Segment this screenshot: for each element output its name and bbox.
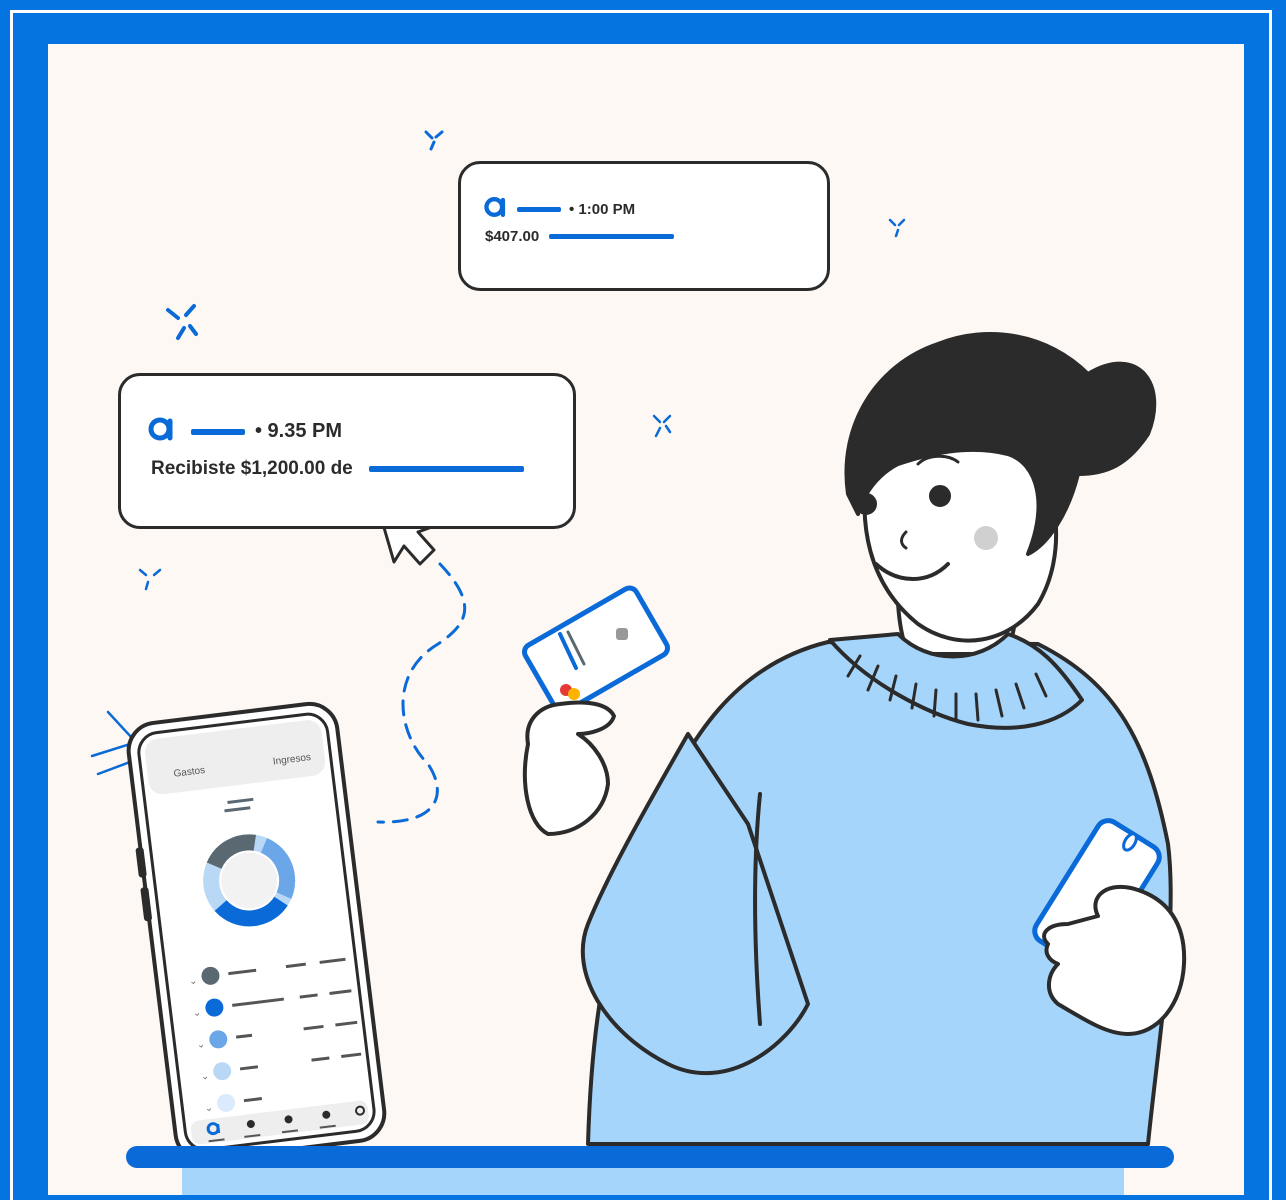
sender-placeholder bbox=[191, 428, 245, 435]
sparkle-icon bbox=[138, 568, 162, 591]
chevron-down-icon: ⌄ bbox=[204, 1103, 214, 1115]
notification-body: Recibiste $1,200.00 de bbox=[151, 458, 524, 480]
sparkle-icon bbox=[166, 304, 198, 340]
illustration-canvas: Gastos Ingresos ⌄ ⌄ ⌄ ⌄ ⌄ • 1:00 PM $407… bbox=[48, 44, 1244, 1195]
phone-device: Gastos Ingresos ⌄ ⌄ ⌄ ⌄ ⌄ bbox=[126, 701, 387, 1162]
app-logo-icon bbox=[483, 194, 509, 225]
sparkle-icon bbox=[424, 130, 444, 151]
chevron-down-icon: ⌄ bbox=[188, 976, 198, 988]
sparkle-icon bbox=[888, 218, 906, 238]
notification-time: • 1:00 PM bbox=[569, 201, 636, 218]
chevron-down-icon: ⌄ bbox=[196, 1039, 206, 1051]
dashed-path bbox=[376, 562, 467, 824]
app-logo-icon bbox=[147, 414, 177, 449]
left-hand bbox=[522, 700, 616, 836]
notification-time: • 9.35 PM bbox=[255, 420, 343, 442]
notification-message: Recibiste $1,200.00 de bbox=[151, 458, 353, 479]
sender-name-placeholder bbox=[368, 466, 524, 472]
desk-top bbox=[126, 1146, 1174, 1168]
person bbox=[522, 332, 1187, 1146]
notification-amount: $407.00 bbox=[485, 228, 540, 245]
sender-placeholder bbox=[517, 207, 561, 212]
chevron-down-icon: ⌄ bbox=[192, 1007, 202, 1019]
notification-body: $407.00 bbox=[485, 228, 675, 245]
notification-card-large[interactable]: • 9.35 PM Recibiste $1,200.00 de bbox=[118, 373, 576, 529]
motion-lines bbox=[90, 710, 134, 776]
sparkle-icon bbox=[652, 414, 672, 438]
chevron-down-icon: ⌄ bbox=[200, 1071, 210, 1083]
desk-front bbox=[182, 1168, 1124, 1195]
detail-placeholder bbox=[549, 234, 675, 239]
credit-card bbox=[522, 585, 670, 715]
notification-card-small[interactable]: • 1:00 PM $407.00 bbox=[458, 161, 830, 291]
notification-header: • 1:00 PM bbox=[483, 194, 635, 225]
notification-header: • 9.35 PM bbox=[147, 414, 342, 449]
